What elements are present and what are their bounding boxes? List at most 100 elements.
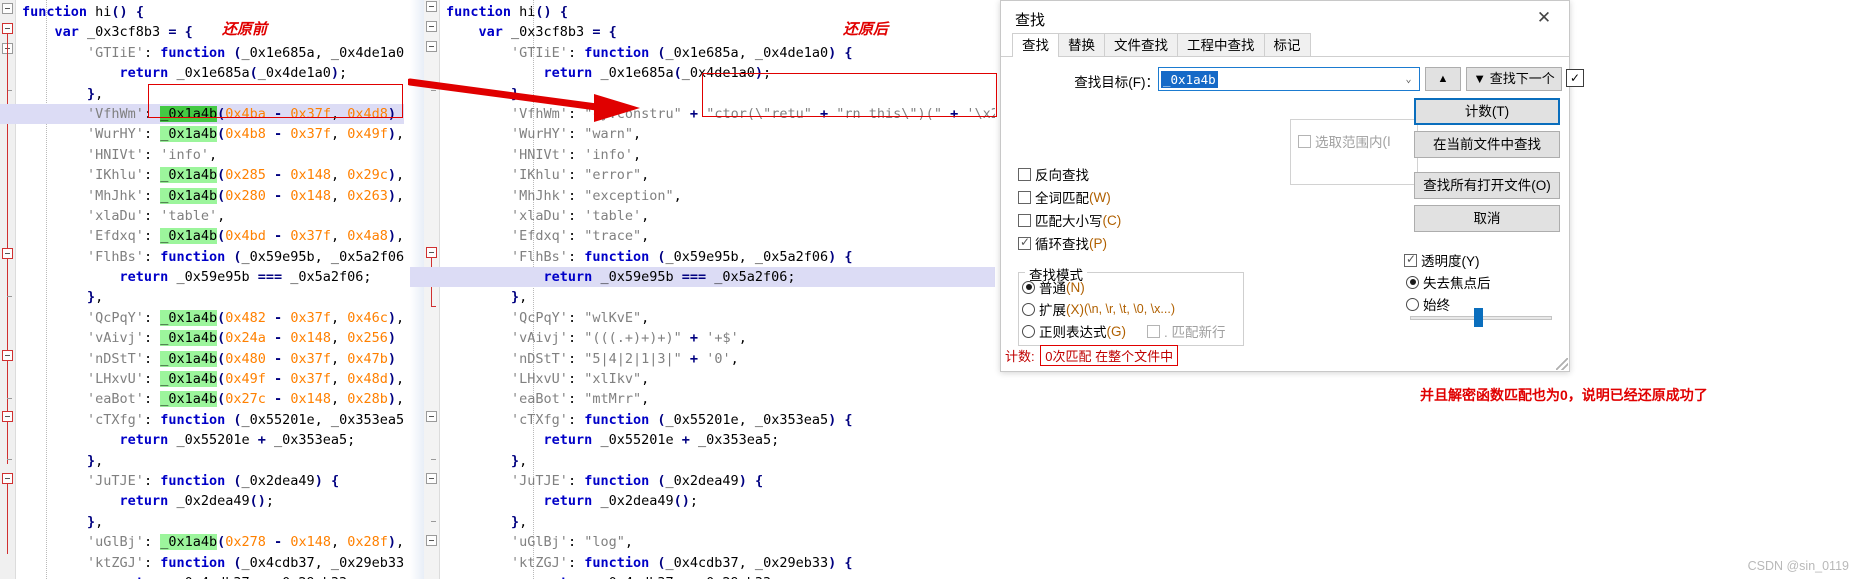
code-line[interactable]: }, [0, 512, 404, 532]
code-line[interactable]: 'FlhBs': function (_0x59e95b, _0x5a2f06)… [410, 247, 995, 267]
find-previous-button[interactable]: ▲ [1425, 67, 1461, 91]
code-line[interactable]: 'uGlBj': _0x1a4b(0x278 - 0x148, 0x28f), [0, 532, 404, 552]
code-editor-left[interactable]: function hi() { var _0x3cf8b3 = { 'GTIiE… [0, 0, 404, 579]
code-line[interactable]: 'Efdxq': "trace", [410, 226, 995, 246]
radio-extended-mode[interactable]: 扩展 (X) (\n, \r, \t, \0, \x...) [1022, 299, 1175, 319]
code-line[interactable]: 'GTIiE': function (_0x1e685a, _0x4de1a0) [0, 43, 404, 63]
chevron-down-icon[interactable]: ⌄ [1402, 73, 1415, 86]
code-line[interactable]: 'cTXfg': function (_0x55201e, _0x353ea5) [0, 410, 404, 430]
find-all-open-files-button[interactable]: 查找所有打开文件(O) [1414, 172, 1560, 199]
code-line[interactable]: 'MhJhk': "exception", [410, 186, 995, 206]
code-line[interactable]: return _0x4cdb37 < _0x29eb33; [410, 573, 995, 579]
option-whole-word[interactable]: 全词匹配 (W) [1018, 187, 1111, 207]
close-icon[interactable]: ✕ [1527, 6, 1561, 30]
code-line[interactable]: }, [410, 512, 995, 532]
code-line[interactable]: }, [0, 451, 404, 471]
tab-replace[interactable]: 替换 [1058, 33, 1105, 57]
code-line[interactable]: 'eaBot': "mtMrr", [410, 389, 995, 409]
tab-find-in-files[interactable]: 文件查找 [1104, 33, 1178, 57]
radio-on-blur[interactable] [1406, 275, 1419, 289]
dialog-titlebar[interactable]: 查找 ✕ [1001, 1, 1569, 35]
code-line[interactable]: function hi() { [410, 2, 995, 22]
count-button[interactable]: 计数(T) [1414, 98, 1560, 125]
radio-normal-mode[interactable]: 普通 (N) [1022, 277, 1085, 297]
code-line[interactable]: 'xlaDu': 'table', [410, 206, 995, 226]
transparency-slider-thumb[interactable] [1474, 308, 1483, 327]
checkbox-match-case[interactable] [1018, 213, 1031, 227]
code-line[interactable]: }, [410, 451, 995, 471]
code-line[interactable]: 'JuTJE': function (_0x2dea49) { [0, 471, 404, 491]
code-line[interactable]: 'JuTJE': function (_0x2dea49) { [410, 471, 995, 491]
code-line[interactable]: 'nDStT': "5|4|2|1|3|" + '0', [410, 349, 995, 369]
code-line[interactable]: var _0x3cf8b3 = { [0, 22, 404, 42]
code-line[interactable]: 'FlhBs': function (_0x59e95b, _0x5a2f06) [0, 247, 404, 267]
dialog-tabs[interactable]: 查找 替换 文件查找 工程中查找 标记 [1012, 32, 1311, 57]
code-line[interactable]: 'HNIVt': 'info', [0, 145, 404, 165]
code-line[interactable]: }, [0, 287, 404, 307]
code-line[interactable]: return _0x2dea49(); [410, 491, 995, 511]
tab-find-in-project[interactable]: 工程中查找 [1177, 33, 1265, 57]
code-line[interactable]: }, [410, 287, 995, 307]
cancel-button[interactable]: 取消 [1414, 205, 1560, 232]
transparency-header[interactable]: 透明度(Y) [1404, 250, 1480, 270]
checkbox-wrap-around[interactable] [1018, 235, 1031, 250]
code-line[interactable]: return _0x2dea49(); [0, 491, 404, 511]
tab-mark[interactable]: 标记 [1263, 33, 1311, 57]
checkbox-backward-search[interactable] [1018, 167, 1031, 181]
code-line[interactable]: 'QcPqY': _0x1a4b(0x482 - 0x37f, 0x46c), [0, 308, 404, 328]
code-line[interactable]: 'nDStT': _0x1a4b(0x480 - 0x37f, 0x47b) + [0, 349, 404, 369]
code-line[interactable]: 'cTXfg': function (_0x55201e, _0x353ea5)… [410, 410, 995, 430]
code-text-left[interactable]: function hi() { var _0x3cf8b3 = { 'GTIiE… [0, 2, 404, 579]
code-line[interactable]: 'MhJhk': _0x1a4b(0x280 - 0x148, 0x263), [0, 186, 404, 206]
radio-transparency-on-blur[interactable]: 失去焦点后 [1406, 272, 1491, 292]
option-wrap-around[interactable]: 循环查找 (P) [1018, 233, 1107, 253]
option-match-case[interactable]: 匹配大小写 (C) [1018, 210, 1121, 230]
code-line[interactable]: 'ktZGJ': function (_0x4cdb37, _0x29eb33) [0, 553, 404, 573]
option-dot-matches-newline[interactable]: . 匹配新行 [1147, 321, 1226, 341]
code-line[interactable]: return _0x55201e + _0x353ea5; [0, 430, 404, 450]
radio-normal[interactable] [1022, 280, 1035, 294]
code-line[interactable]: return _0x4cdb37 < _0x29eb33; [0, 573, 404, 579]
code-line[interactable]: }, [0, 84, 404, 104]
resize-grip[interactable] [1556, 358, 1568, 370]
radio-transparency-always[interactable]: 始终 [1406, 294, 1450, 314]
code-line[interactable]: 'uGlBj': "log", [410, 532, 995, 552]
code-line[interactable]: function hi() { [0, 2, 404, 22]
code-line[interactable]: 'IKhlu': _0x1a4b(0x285 - 0x148, 0x29c), [0, 165, 404, 185]
code-line[interactable]: 'eaBot': _0x1a4b(0x27c - 0x148, 0x28b), [0, 389, 404, 409]
radio-regex[interactable] [1022, 324, 1035, 338]
code-line[interactable]: 'VfhWm': _0x1a4b(0x4ba - 0x37f, 0x4d8) + [0, 103, 404, 125]
checkbox-dot-matches-newline[interactable] [1147, 324, 1160, 338]
code-line[interactable]: 'QcPqY': "wlKvE", [410, 308, 995, 328]
checkbox-whole-word[interactable] [1018, 190, 1031, 204]
find-in-current-file-button[interactable]: 在当前文件中查找 [1414, 131, 1560, 158]
code-line[interactable]: return _0x59e95b === _0x5a2f06; [410, 267, 995, 288]
radio-always[interactable] [1406, 297, 1419, 311]
code-line[interactable]: 'LHxvU': "xlIkv", [410, 369, 995, 389]
radio-extended[interactable] [1022, 302, 1035, 316]
radio-regex-mode[interactable]: 正则表达式 (G) [1022, 321, 1126, 341]
code-line[interactable]: return _0x1e685a(_0x4de1a0); [0, 63, 404, 83]
code-line[interactable]: 'IKhlu': "error", [410, 165, 995, 185]
code-line[interactable]: var _0x3cf8b3 = { [410, 22, 995, 42]
tab-find[interactable]: 查找 [1012, 33, 1059, 57]
code-line[interactable]: 'LHxvU': _0x1a4b(0x49f - 0x37f, 0x48d), [0, 369, 404, 389]
code-line[interactable]: 'HNIVt': 'info', [410, 145, 995, 165]
code-line[interactable]: return _0x59e95b === _0x5a2f06; [0, 267, 404, 287]
code-line[interactable]: 'GTIiE': function (_0x1e685a, _0x4de1a0)… [410, 43, 995, 63]
find-next-button[interactable]: ▼ 查找下一个 [1466, 67, 1562, 91]
option-backward-search[interactable]: 反向查找 [1018, 164, 1089, 184]
keep-open-checkbox[interactable]: ✓ [1566, 69, 1584, 87]
code-line[interactable]: 'WurHY': _0x1a4b(0x4b8 - 0x37f, 0x49f), [0, 124, 404, 144]
code-line[interactable]: 'ktZGJ': function (_0x4cdb37, _0x29eb33)… [410, 553, 995, 573]
code-line[interactable]: 'Efdxq': _0x1a4b(0x4bd - 0x37f, 0x4a8), [0, 226, 404, 246]
checkbox-in-selection[interactable] [1298, 134, 1311, 148]
checkbox-transparency[interactable] [1404, 252, 1417, 267]
code-line[interactable]: 'vAivj': "(((.+)+)+)" + '+$', [410, 328, 995, 348]
code-line[interactable]: 'vAivj': _0x1a4b(0x24a - 0x148, 0x256) + [0, 328, 404, 348]
option-in-selection[interactable]: 选取范围内 (I [1298, 131, 1391, 151]
code-line[interactable]: 'xlaDu': 'table', [0, 206, 404, 226]
code-line[interactable]: return _0x55201e + _0x353ea5; [410, 430, 995, 450]
code-line[interactable]: 'WurHY': "warn", [410, 124, 995, 144]
search-input[interactable]: _0x1a4b ⌄ [1158, 67, 1420, 91]
